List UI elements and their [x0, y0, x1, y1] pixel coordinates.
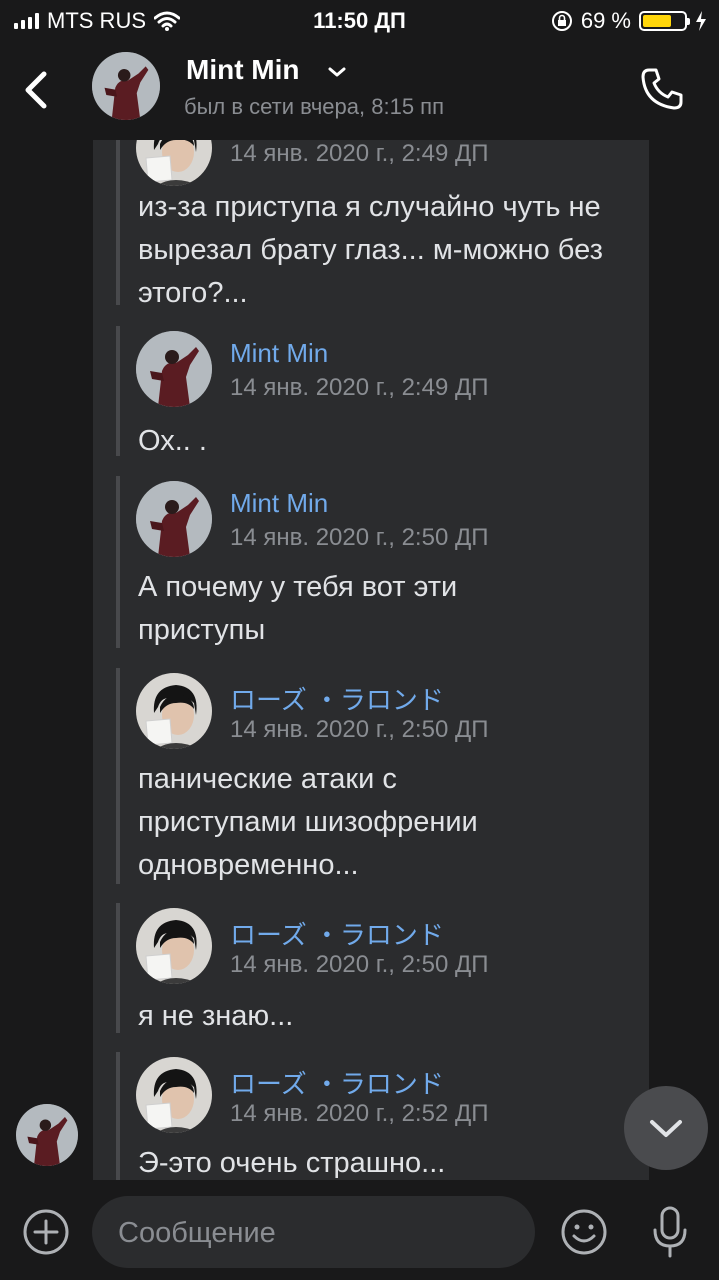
battery-percent: 69 %: [580, 8, 631, 33]
message-text: Э-это очень страшно...: [138, 1147, 446, 1179]
contact-name[interactable]: Mint Min: [186, 54, 300, 86]
author-avatar[interactable]: [136, 908, 212, 984]
message-text: я не знаю...: [138, 1000, 294, 1032]
message-text: панические атаки с приступами шизофрении…: [138, 763, 478, 881]
author-avatar[interactable]: [136, 331, 212, 407]
composer-bar: [0, 1188, 719, 1280]
author-avatar[interactable]: [136, 481, 212, 557]
orientation-lock-icon: [551, 11, 572, 31]
forwarded-message[interactable]: ローズ ・ラロンド 14 янв. 2020 г., 2:50 ДП панич…: [116, 668, 488, 884]
message-date: 14 янв. 2020 г., 2:49 ДП: [230, 140, 489, 167]
add-icon[interactable]: [22, 1208, 70, 1256]
emoji-icon[interactable]: [560, 1208, 608, 1256]
phone-icon[interactable]: [639, 66, 685, 112]
microphone-icon[interactable]: [650, 1204, 690, 1260]
status-right: 69 %: [551, 8, 707, 34]
contact-avatar[interactable]: [92, 52, 160, 120]
battery-icon: [639, 11, 690, 31]
forwarded-message[interactable]: 14 янв. 2020 г., 2:49 ДП из-за приступа …: [116, 140, 603, 309]
forwarded-message[interactable]: Mint Min 14 янв. 2020 г., 2:49 ДП Ох.. .: [116, 326, 488, 457]
forwarded-message[interactable]: Mint Min 14 янв. 2020 г., 2:50 ДП А поче…: [116, 476, 488, 648]
contact-last-seen: был в сети вчера, 8:15 пп: [184, 94, 444, 119]
author-name[interactable]: Mint Min: [230, 488, 328, 519]
scroll-down-icon: [650, 1120, 682, 1137]
dropdown-chevron-icon[interactable]: [325, 62, 349, 82]
message-text: А почему у тебя вот эти приступы: [138, 571, 458, 646]
forwarded-messages[interactable]: 14 янв. 2020 г., 2:49 ДП из-за приступа …: [93, 140, 649, 1180]
author-avatar[interactable]: [136, 140, 212, 186]
author-name[interactable]: ローズ ・ラロンド: [230, 680, 444, 717]
forwarded-message[interactable]: ローズ ・ラロンド 14 янв. 2020 г., 2:50 ДП я не …: [116, 903, 488, 1033]
message-date: 14 янв. 2020 г., 2:50 ДП: [230, 716, 489, 743]
message-date: 14 янв. 2020 г., 2:50 ДП: [230, 524, 489, 551]
message-text: Ох.. .: [138, 425, 207, 457]
author-name[interactable]: Mint Min: [230, 338, 328, 369]
author-avatar[interactable]: [136, 673, 212, 749]
back-chevron-icon[interactable]: [20, 68, 60, 112]
message-text: из-за приступа я случайно чуть не выреза…: [138, 191, 603, 309]
chat-header: Mint Min был в сети вчера, 8:15 пп: [0, 40, 719, 140]
message-date: 14 янв. 2020 г., 2:49 ДП: [230, 374, 489, 401]
sender-avatar[interactable]: [16, 1104, 78, 1166]
charging-icon: [696, 11, 706, 31]
forwarded-message[interactable]: ローズ ・ラロンド 14 янв. 2020 г., 2:52 ДП Э-это…: [116, 1052, 488, 1180]
message-input-container[interactable]: [92, 1196, 535, 1270]
author-name[interactable]: ローズ ・ラロンド: [230, 915, 444, 952]
scroll-down-button[interactable]: [624, 1086, 708, 1170]
status-bar: MTS RUS 11:50 ДП 69 %: [0, 0, 719, 40]
message-input[interactable]: [116, 1196, 500, 1270]
message-date: 14 янв. 2020 г., 2:50 ДП: [230, 951, 489, 978]
author-name[interactable]: ローズ ・ラロンド: [230, 1064, 444, 1101]
message-date: 14 янв. 2020 г., 2:52 ДП: [230, 1100, 489, 1127]
author-avatar[interactable]: [136, 1057, 212, 1133]
